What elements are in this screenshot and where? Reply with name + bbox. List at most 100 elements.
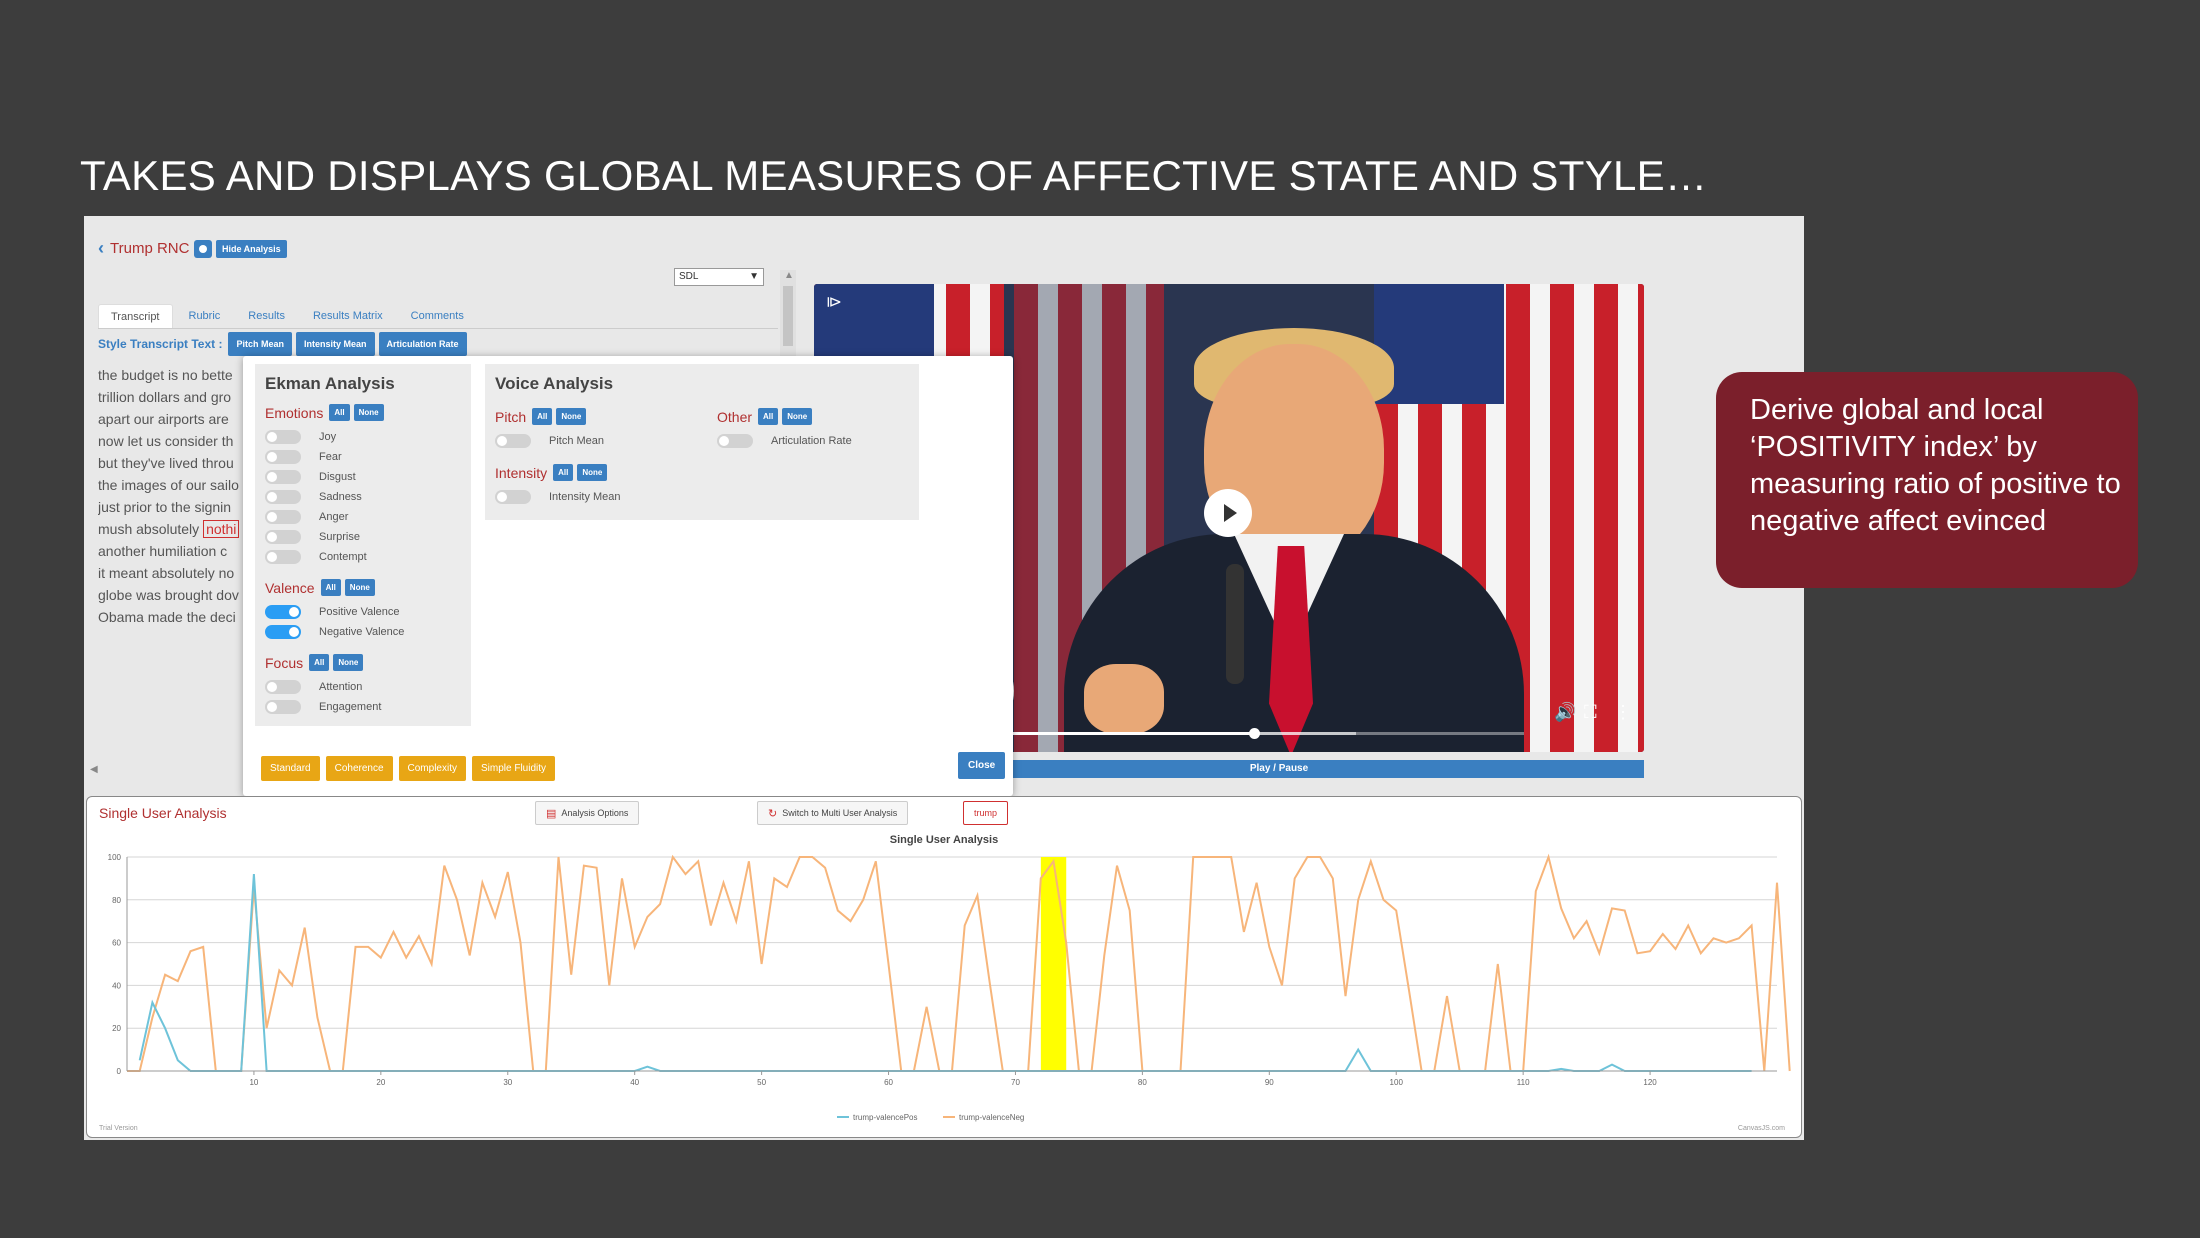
highlighted-word[interactable]: nothi bbox=[203, 520, 240, 538]
x-tick-label: 70 bbox=[1011, 1078, 1020, 1087]
tab-results[interactable]: Results bbox=[236, 304, 297, 329]
analysis-options-popup: Ekman Analysis Emotions All None Joy Fea… bbox=[243, 356, 1013, 806]
toggle-pitch-mean[interactable]: Pitch Mean bbox=[495, 431, 695, 451]
toggle-fear[interactable]: Fear bbox=[265, 447, 461, 467]
pitch-label: Pitch bbox=[495, 408, 527, 425]
more-options-icon[interactable]: ⋮ bbox=[1614, 702, 1632, 723]
voice-title: Voice Analysis bbox=[495, 374, 614, 393]
toggle-switch[interactable] bbox=[495, 490, 531, 504]
toggle-switch[interactable] bbox=[265, 700, 301, 714]
toggle-switch[interactable] bbox=[265, 550, 301, 564]
toggle-switch[interactable] bbox=[265, 490, 301, 504]
video-progress-bar[interactable] bbox=[924, 728, 1524, 739]
intensity-mean-button[interactable]: Intensity Mean bbox=[296, 332, 375, 356]
other-all-button[interactable]: All bbox=[758, 408, 779, 425]
toggle-switch[interactable] bbox=[495, 434, 531, 448]
complexity-button[interactable]: Complexity bbox=[398, 756, 466, 781]
scrollbar-thumb[interactable] bbox=[783, 286, 793, 346]
articulation-rate-button[interactable]: Articulation Rate bbox=[378, 332, 467, 356]
valence-line-chart: Single User Analysis 0 20 40 60 80 100 10 20 30 4… bbox=[108, 834, 1791, 1122]
pitch-none-button[interactable]: None bbox=[556, 408, 587, 425]
switch-multi-user-button[interactable]: ↻ Switch to Multi User Analysis bbox=[757, 801, 909, 825]
positivity-callout: Derive global and local ‘POSITIVITY inde… bbox=[1716, 372, 2138, 588]
video-scrub-handle[interactable] bbox=[1249, 728, 1260, 739]
toggle-switch[interactable] bbox=[265, 530, 301, 544]
valence-all-button[interactable]: All bbox=[320, 579, 341, 596]
other-none-button[interactable]: None bbox=[782, 408, 813, 425]
intensity-all-button[interactable]: All bbox=[553, 464, 574, 481]
tab-transcript[interactable]: Transcript bbox=[98, 304, 173, 329]
record-icon[interactable] bbox=[194, 240, 212, 258]
transcript-select[interactable]: SDL ▼ bbox=[674, 268, 764, 286]
intensity-none-button[interactable]: None bbox=[577, 464, 608, 481]
y-tick-label: 80 bbox=[112, 896, 121, 905]
chart-series bbox=[127, 853, 1791, 1072]
y-tick-label: 20 bbox=[112, 1024, 121, 1033]
toggle-attention[interactable]: Attention bbox=[265, 677, 461, 697]
close-button[interactable]: Close bbox=[958, 752, 1006, 779]
toggle-switch[interactable] bbox=[265, 450, 301, 464]
toggle-sadness[interactable]: Sadness bbox=[265, 487, 461, 507]
back-link[interactable]: ‹ Trump RNC bbox=[98, 238, 189, 259]
cast-icon[interactable]: ⧐ bbox=[826, 292, 842, 312]
toggle-label: Surprise bbox=[319, 531, 360, 543]
y-tick-label: 40 bbox=[112, 981, 121, 990]
toggle-intensity-mean[interactable]: Intensity Mean bbox=[495, 487, 695, 507]
other-header: Other All None bbox=[717, 408, 917, 425]
toggle-negative-valence[interactable]: Negative Valence bbox=[265, 622, 461, 642]
standard-button[interactable]: Standard bbox=[261, 756, 320, 781]
volume-icon[interactable]: 🔊 bbox=[1554, 702, 1576, 723]
toggle-positive-valence[interactable]: Positive Valence bbox=[265, 602, 461, 622]
tab-results-matrix[interactable]: Results Matrix bbox=[301, 304, 395, 329]
toggle-label: Pitch Mean bbox=[549, 435, 605, 447]
scroll-up-icon[interactable]: ▲ bbox=[784, 270, 794, 281]
toggle-switch[interactable] bbox=[265, 430, 301, 444]
pitch-all-button[interactable]: All bbox=[532, 408, 553, 425]
focus-none-button[interactable]: None bbox=[333, 654, 364, 671]
emotions-all-button[interactable]: All bbox=[329, 404, 350, 421]
x-tick-label: 90 bbox=[1265, 1078, 1274, 1087]
toggle-disgust[interactable]: Disgust bbox=[265, 467, 461, 487]
tab-bar: Transcript Rubric Results Results Matrix… bbox=[98, 304, 476, 329]
x-tick-label: 80 bbox=[1138, 1078, 1147, 1087]
toggle-switch[interactable] bbox=[265, 510, 301, 524]
tab-comments[interactable]: Comments bbox=[399, 304, 476, 329]
x-tick-label: 50 bbox=[757, 1078, 766, 1087]
tab-rubric[interactable]: Rubric bbox=[177, 304, 233, 329]
fullscreen-icon[interactable]: ⛶ bbox=[1584, 702, 1597, 723]
analysis-options-button[interactable]: ▤ Analysis Options bbox=[535, 801, 640, 825]
scroll-left-icon[interactable]: ◀ bbox=[90, 764, 98, 775]
toggle-articulation-rate[interactable]: Articulation Rate bbox=[717, 431, 917, 451]
voice-panel: Voice Analysis Pitch All None Pitch Mean… bbox=[485, 364, 919, 520]
toggle-engagement[interactable]: Engagement bbox=[265, 697, 461, 717]
play-pause-button[interactable]: Play / Pause bbox=[914, 760, 1644, 778]
play-icon[interactable] bbox=[1204, 489, 1252, 537]
toggle-switch[interactable] bbox=[265, 680, 301, 694]
toggle-label: Joy bbox=[319, 431, 337, 443]
line-prefix: mush absolutely bbox=[98, 521, 204, 537]
toggle-label: Contempt bbox=[319, 551, 367, 563]
intensity-header: Intensity All None bbox=[495, 464, 695, 481]
user-tag[interactable]: trump bbox=[963, 801, 1009, 825]
toggle-switch[interactable] bbox=[265, 625, 301, 639]
hide-analysis-button[interactable]: Hide Analysis bbox=[216, 240, 287, 258]
toggle-contempt[interactable]: Contempt bbox=[265, 547, 461, 567]
simple-fluidity-button[interactable]: Simple Fluidity bbox=[471, 756, 556, 781]
chart-axes: 0 20 40 60 80 100 10 20 30 40 50 60 70 80 90 100 110 120 bbox=[108, 853, 1777, 1087]
coherence-button[interactable]: Coherence bbox=[325, 756, 393, 781]
toggle-label: Intensity Mean bbox=[549, 491, 621, 503]
focus-all-button[interactable]: All bbox=[309, 654, 330, 671]
y-tick-label: 100 bbox=[108, 853, 122, 862]
x-tick-label: 40 bbox=[630, 1078, 639, 1087]
emotions-none-button[interactable]: None bbox=[353, 404, 384, 421]
tab-divider bbox=[98, 328, 778, 329]
toggle-switch[interactable] bbox=[717, 434, 753, 448]
toggle-surprise[interactable]: Surprise bbox=[265, 527, 461, 547]
toggle-label: Anger bbox=[319, 511, 349, 523]
valence-none-button[interactable]: None bbox=[344, 579, 375, 596]
toggle-switch[interactable] bbox=[265, 470, 301, 484]
toggle-anger[interactable]: Anger bbox=[265, 507, 461, 527]
pitch-mean-button[interactable]: Pitch Mean bbox=[228, 332, 292, 356]
toggle-switch[interactable] bbox=[265, 605, 301, 619]
toggle-joy[interactable]: Joy bbox=[265, 427, 461, 447]
